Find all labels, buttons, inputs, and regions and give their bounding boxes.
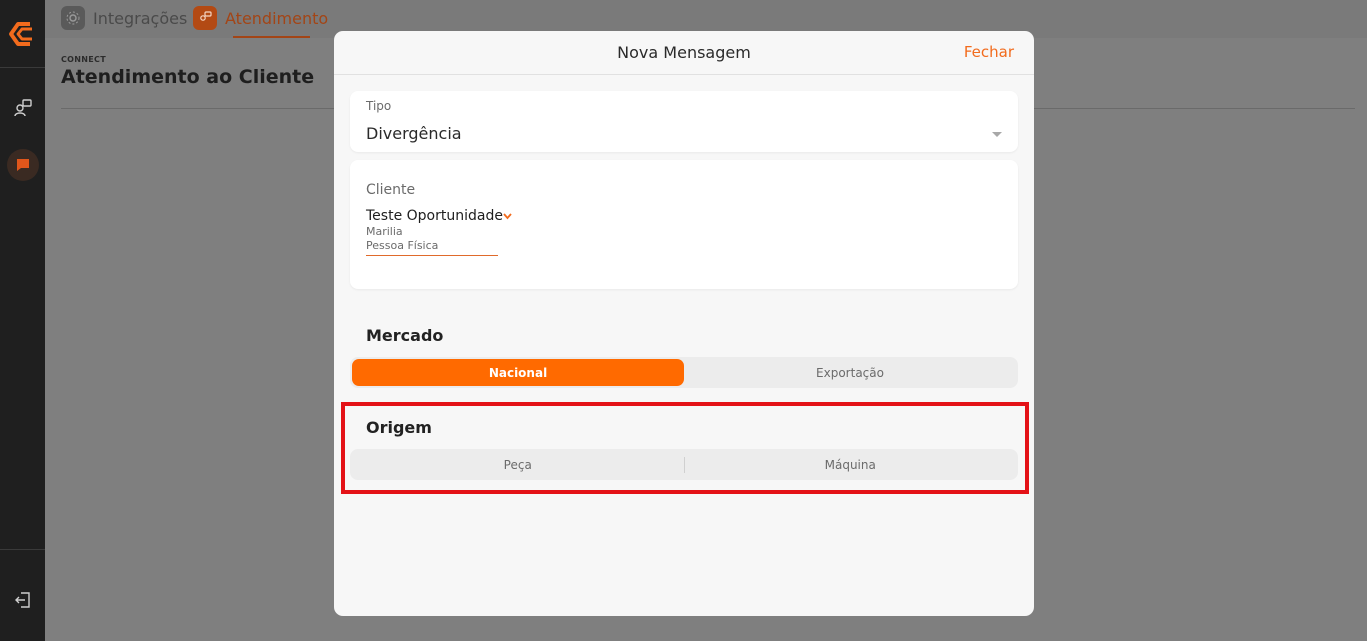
cliente-city: Marilia [366, 225, 403, 238]
tab-atendimento[interactable]: Atendimento [193, 6, 328, 30]
modal-title: Nova Mensagem [617, 43, 751, 62]
people-icon [14, 99, 32, 117]
chevron-down-icon[interactable] [503, 213, 512, 220]
dropdown-caret-icon [992, 132, 1002, 137]
logo-area [0, 0, 45, 68]
tab-atendimento-label: Atendimento [225, 8, 329, 28]
sidebar-item-chat[interactable] [7, 149, 39, 181]
page-title: Atendimento ao Cliente [61, 66, 315, 88]
brand-logo-icon[interactable] [8, 19, 38, 49]
breadcrumb: CONNECT [61, 55, 106, 64]
atendimento-icon [193, 6, 217, 30]
tipo-select[interactable]: Tipo Divergência [350, 91, 1018, 152]
mercado-segmented-control: Nacional Exportação [350, 357, 1018, 388]
sidebar-footer [0, 549, 45, 641]
sidebar [0, 0, 45, 641]
mercado-option-nacional[interactable]: Nacional [352, 359, 684, 386]
tipo-value: Divergência [366, 124, 462, 143]
cliente-underline [366, 255, 498, 256]
origem-highlight-box [341, 402, 1029, 494]
cliente-label: Cliente [366, 182, 416, 198]
modal-header: Nova Mensagem Fechar [334, 31, 1034, 75]
tab-integracoes-label: Integrações [93, 8, 188, 28]
cliente-name[interactable]: Teste Oportunidade [366, 208, 503, 224]
logout-icon[interactable] [14, 591, 32, 609]
mercado-title: Mercado [366, 326, 444, 345]
cliente-card: Cliente Teste Oportunidade Marilia Pesso… [350, 160, 1018, 289]
integrations-icon [61, 6, 85, 30]
tipo-label: Tipo [366, 99, 392, 113]
cliente-type: Pessoa Física [366, 239, 439, 252]
sidebar-item-people[interactable] [7, 92, 39, 124]
active-tab-indicator [233, 36, 310, 38]
mercado-option-exportacao[interactable]: Exportação [684, 359, 1016, 386]
close-button[interactable]: Fechar [964, 43, 1014, 61]
chat-icon [17, 159, 29, 171]
new-message-modal: Nova Mensagem Fechar Tipo Divergência Cl… [334, 31, 1034, 616]
tab-integracoes[interactable]: Integrações [61, 6, 187, 30]
